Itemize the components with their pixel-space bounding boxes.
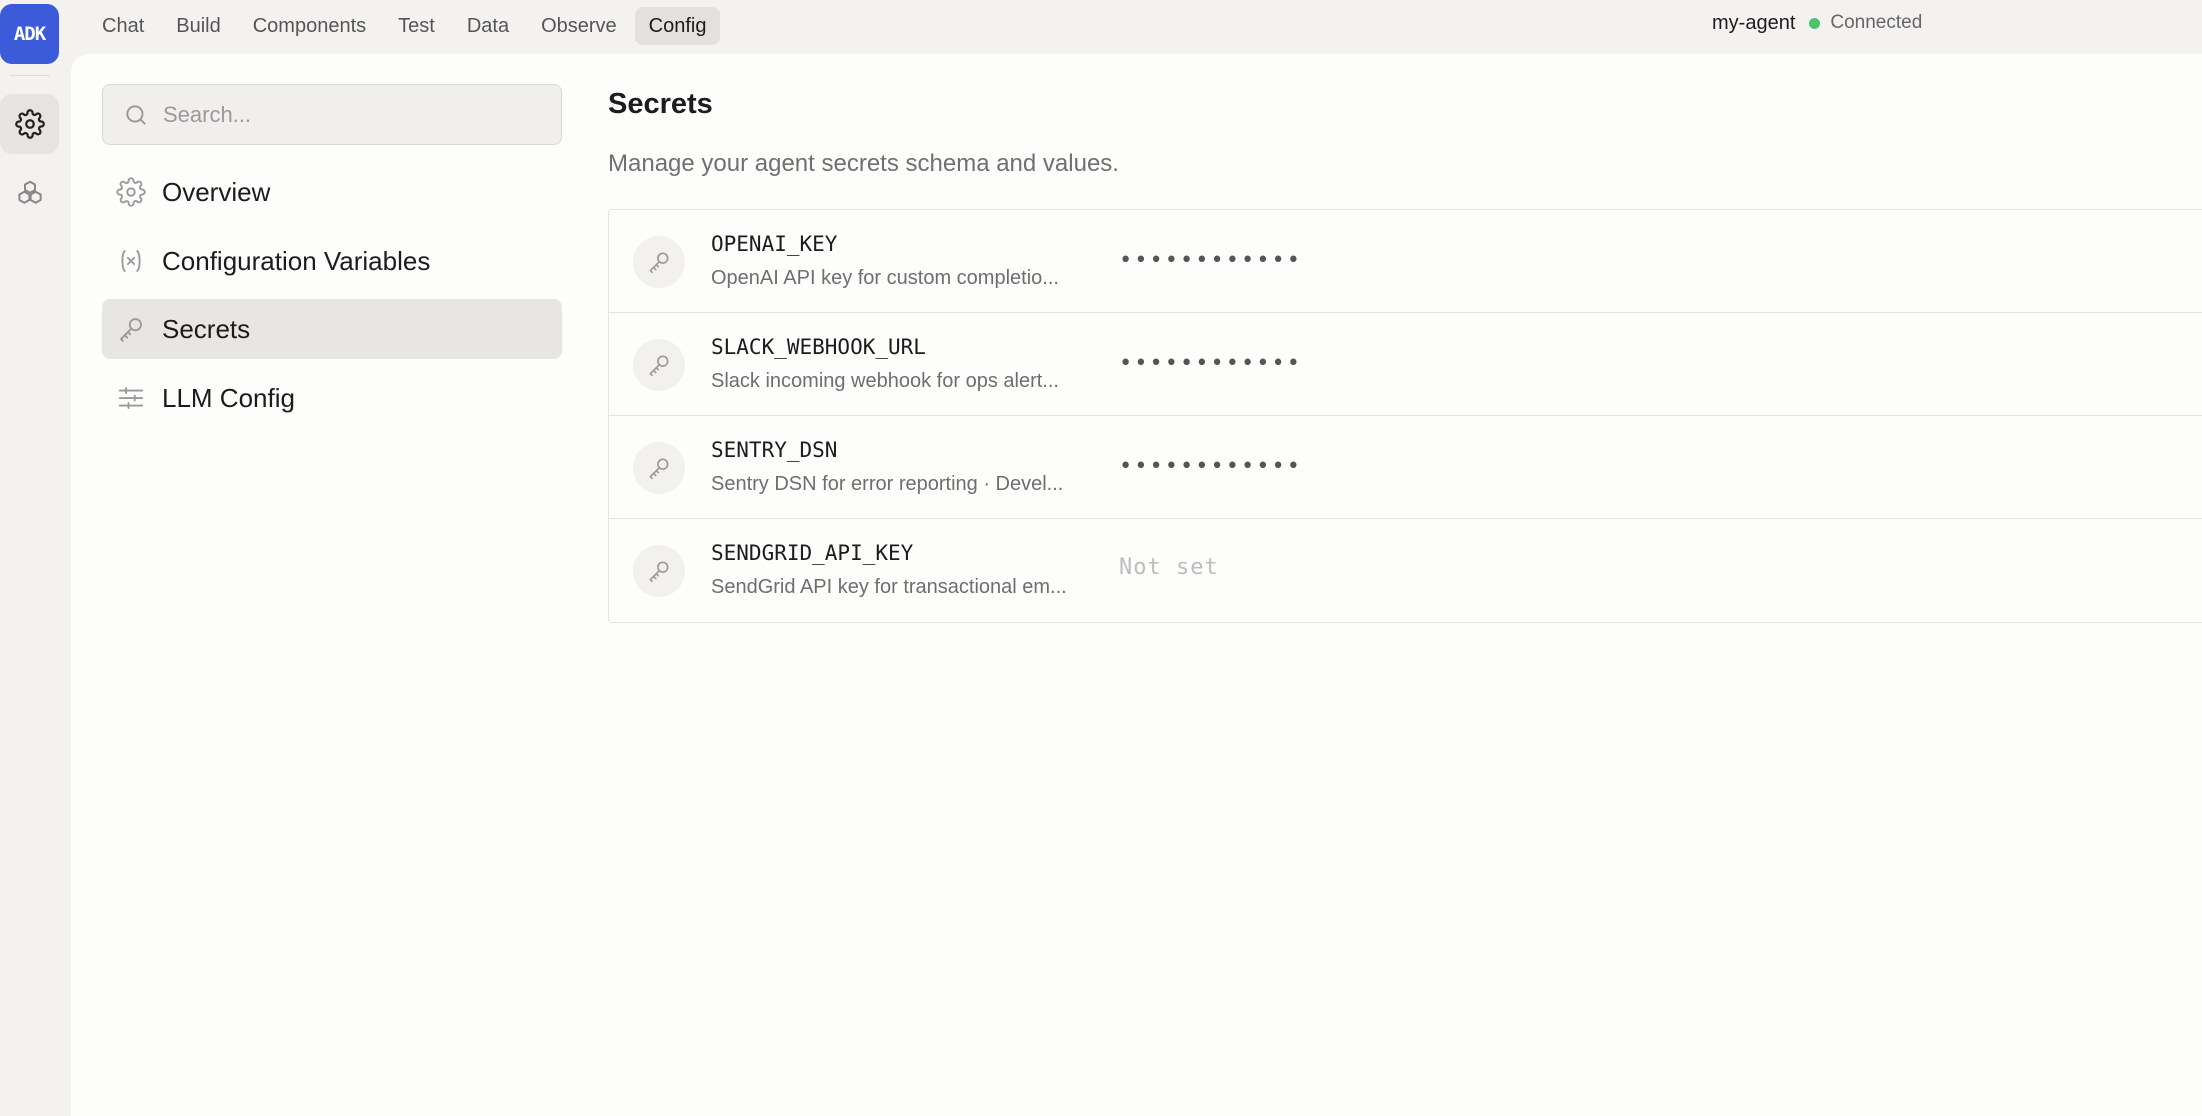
connection-status: Connected	[1809, 12, 1922, 34]
key-badge	[633, 545, 685, 597]
key-icon	[649, 458, 669, 480]
main-panel: Overview Configuration Variables Secrets…	[71, 54, 2202, 1116]
search-icon	[126, 104, 146, 125]
sidebar-item-label: LLM Config	[162, 382, 295, 413]
tab-chat[interactable]: Chat	[88, 7, 158, 45]
key-icon	[649, 252, 669, 274]
secret-description: OpenAI API key for custom completio...	[711, 267, 1059, 289]
secret-name: SENDGRID_API_KEY	[711, 541, 914, 565]
sidebar-item-label: Overview	[162, 176, 271, 207]
secret-value-masked[interactable]: ••••••••••••	[1119, 351, 1302, 376]
rail-divider	[10, 75, 50, 76]
cubes-icon	[17, 180, 42, 204]
search-input[interactable]	[163, 101, 543, 128]
tab-build[interactable]: Build	[162, 7, 234, 45]
sliders-icon	[118, 387, 144, 409]
tab-data[interactable]: Data	[453, 7, 523, 45]
secret-value-masked[interactable]: ••••••••••••	[1119, 454, 1302, 479]
app-rail: ADK	[0, 0, 70, 1116]
secret-description: Sentry DSN for error reporting · Devel..…	[711, 473, 1064, 495]
secret-name: SENTRY_DSN	[711, 438, 838, 462]
rail-components-button[interactable]	[0, 163, 59, 223]
secrets-list: OPENAI_KEY OpenAI API key for custom com…	[608, 209, 2202, 623]
secret-value-not-set[interactable]: Not set	[1119, 555, 1219, 580]
secret-description: Slack incoming webhook for ops alert...	[711, 370, 1059, 392]
sidebar-item-configuration-variables[interactable]: Configuration Variables	[102, 231, 562, 291]
app-logo[interactable]: ADK	[0, 4, 59, 64]
rail-settings-button[interactable]	[0, 94, 59, 154]
secret-row-openai-key[interactable]: OPENAI_KEY OpenAI API key for custom com…	[609, 210, 2202, 313]
secret-name: SLACK_WEBHOOK_URL	[711, 335, 926, 359]
agent-status: my-agent Connected	[1712, 10, 1922, 36]
secret-row-slack-webhook-url[interactable]: SLACK_WEBHOOK_URL Slack incoming webhook…	[609, 313, 2202, 416]
key-badge	[633, 236, 685, 288]
secret-name: OPENAI_KEY	[711, 232, 838, 256]
status-dot-icon	[1809, 17, 1821, 29]
tab-config[interactable]: Config	[634, 7, 721, 45]
page-title: Secrets	[608, 88, 713, 120]
tab-test[interactable]: Test	[384, 7, 449, 45]
secret-value-masked[interactable]: ••••••••••••	[1119, 248, 1302, 273]
settings-search[interactable]	[102, 84, 562, 145]
key-icon	[649, 561, 669, 583]
key-icon	[120, 318, 142, 342]
tab-components[interactable]: Components	[239, 7, 380, 45]
top-nav: Chat Build Components Test Data Observe …	[88, 7, 721, 45]
gear-icon	[116, 177, 146, 207]
sidebar-item-overview[interactable]: Overview	[102, 162, 562, 222]
key-icon	[649, 355, 669, 377]
gear-icon	[14, 109, 45, 139]
sidebar-item-llm-config[interactable]: LLM Config	[102, 368, 562, 428]
variable-icon	[121, 250, 141, 272]
agent-name[interactable]: my-agent	[1712, 12, 1795, 35]
secret-row-sentry-dsn[interactable]: SENTRY_DSN Sentry DSN for error reportin…	[609, 416, 2202, 519]
tab-observe[interactable]: Observe	[527, 7, 631, 45]
page-description: Manage your agent secrets schema and val…	[608, 150, 1119, 177]
sidebar-item-secrets[interactable]: Secrets	[102, 299, 562, 359]
sidebar-item-label: Secrets	[162, 313, 251, 344]
secret-row-sendgrid-api-key[interactable]: SENDGRID_API_KEY SendGrid API key for tr…	[609, 519, 2202, 622]
secret-description: SendGrid API key for transactional em...	[711, 576, 1067, 598]
sidebar-item-label: Configuration Variables	[162, 245, 431, 276]
key-badge	[633, 339, 685, 391]
status-label: Connected	[1830, 12, 1923, 33]
key-badge	[633, 442, 685, 494]
